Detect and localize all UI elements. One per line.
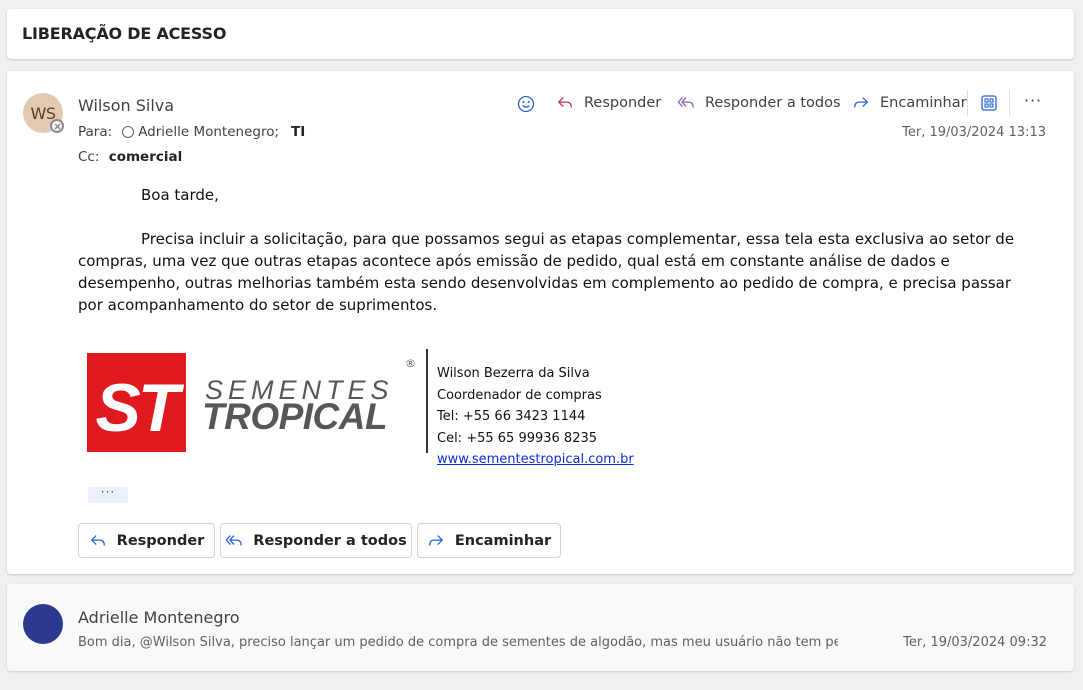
reply-icon <box>558 97 572 108</box>
footer-reply-all-label: Responder a todos <box>253 532 407 549</box>
signature-details: Wilson Bezerra da Silva Coordenador de c… <box>437 363 634 471</box>
message-body: Boa tarde, Precisa incluir a solicitação… <box>78 184 1038 316</box>
toolbar-divider-2 <box>1009 90 1010 116</box>
to-line: Para: Adrielle Montenegro; TI <box>78 124 305 140</box>
reply-button[interactable]: Responder <box>556 94 661 112</box>
email-signature: ST SEMENTES TROPICAL ® Wilson Bezerra da… <box>85 349 645 467</box>
sementes-tropical-logo: ST SEMENTES TROPICAL ® <box>87 353 416 452</box>
message-date: Ter, 19/03/2024 09:32 <box>903 635 1047 650</box>
email-subject: LIBERAÇÃO DE ACESSO <box>22 24 227 43</box>
to-group[interactable]: TI <box>291 124 305 140</box>
show-quoted-text-button[interactable]: ··· <box>88 486 128 503</box>
presence-ring-icon <box>122 126 135 138</box>
toolbar-divider <box>967 90 968 116</box>
message-date: Ter, 19/03/2024 13:13 <box>902 125 1046 140</box>
logo-registered-mark: ® <box>405 357 416 370</box>
forward-label: Encaminhar <box>880 95 967 111</box>
body-paragraph: Precisa incluir a solicitação, para que … <box>78 230 1015 314</box>
reply-all-icon <box>677 97 694 108</box>
reply-icon <box>90 534 105 546</box>
more-actions-button[interactable]: ··· <box>1022 93 1044 113</box>
message-card: WS Wilson Silva Para: Adrielle Montenegr… <box>7 71 1074 574</box>
presence-offline-icon <box>50 119 64 133</box>
reply-all-button[interactable]: Responder a todos <box>677 94 841 112</box>
logo-mark: ST <box>96 370 185 446</box>
to-label: Para: <box>78 124 113 140</box>
subject-header: LIBERAÇÃO DE ACESSO <box>7 9 1074 59</box>
sender-name[interactable]: Wilson Silva <box>78 96 174 115</box>
footer-reply-all-button[interactable]: Responder a todos <box>220 523 412 558</box>
footer-reply-label: Responder <box>116 532 205 549</box>
message-preview: Bom dia, @Wilson Silva, preciso lançar u… <box>78 635 838 650</box>
footer-reply-button[interactable]: Responder <box>78 523 215 558</box>
reply-all-icon <box>226 534 243 546</box>
signature-divider <box>426 349 428 453</box>
sender-avatar[interactable] <box>23 604 63 644</box>
immersive-reader-icon[interactable] <box>979 93 999 113</box>
cc-label: Cc: <box>78 149 100 165</box>
forward-button[interactable]: Encaminhar <box>852 94 967 112</box>
signature-name: Wilson Bezerra da Silva <box>437 366 590 381</box>
signature-website-link[interactable]: www.sementestropical.com.br <box>437 449 634 471</box>
collapsed-message-card[interactable]: Adrielle Montenegro Bom dia, @Wilson Sil… <box>7 584 1074 671</box>
greeting: Boa tarde, <box>141 186 219 204</box>
sender-name[interactable]: Adrielle Montenegro <box>78 608 240 627</box>
signature-tel: Tel: +55 66 3423 1144 <box>437 409 586 424</box>
forward-icon <box>428 534 443 546</box>
signature-role: Coordenador de compras <box>437 387 602 403</box>
logo-word-tropical: TROPICAL <box>202 396 387 437</box>
reply-all-label: Responder a todos <box>705 95 841 111</box>
reply-label: Responder <box>584 95 662 111</box>
emoji-reaction-icon[interactable] <box>516 94 536 114</box>
to-recipient[interactable]: Adrielle Montenegro; <box>138 124 279 140</box>
forward-icon <box>854 97 868 108</box>
cc-group[interactable]: comercial <box>109 149 183 165</box>
footer-forward-button[interactable]: Encaminhar <box>417 523 561 558</box>
footer-forward-label: Encaminhar <box>454 532 552 549</box>
signature-cel: Cel: +55 65 99936 8235 <box>437 430 598 446</box>
cc-line: Cc: comercial <box>78 149 182 165</box>
